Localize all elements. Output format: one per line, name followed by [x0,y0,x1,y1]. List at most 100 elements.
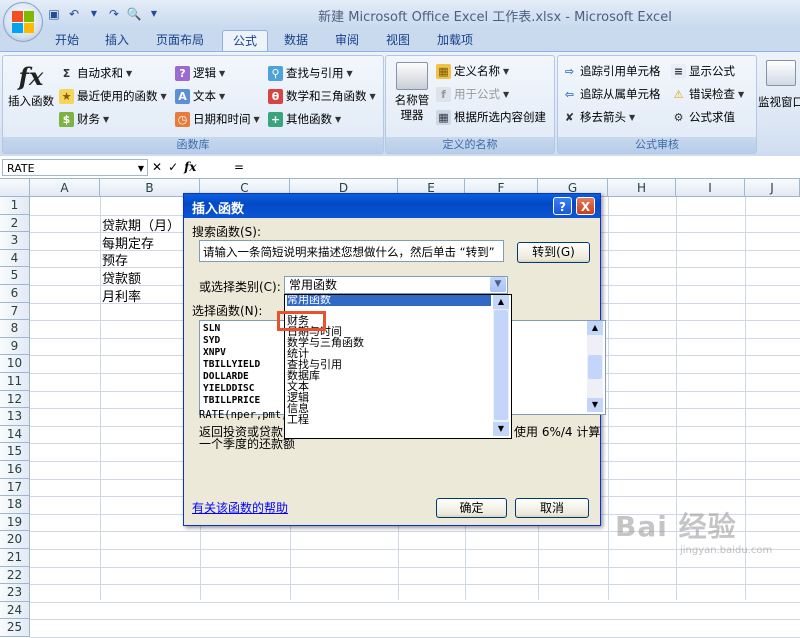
office-button[interactable] [3,2,43,42]
search-input[interactable]: 请输入一条简短说明来描述您想做什么，然后单击 “转到” [199,240,504,262]
list-item[interactable]: TBILLPRICE [203,395,260,407]
insert-function-button[interactable]: fx 插入函数 [5,62,57,109]
row-header-11[interactable]: 11 [0,373,30,391]
row-header-16[interactable]: 16 [0,461,30,479]
row-header-15[interactable]: 15 [0,443,30,461]
list-item[interactable]: SYD [203,335,220,347]
row-header-12[interactable]: 12 [0,390,30,409]
trace-precedents-button[interactable]: ⇨ 追踪引用单元格 [562,61,661,81]
list-item[interactable]: SLN [203,323,220,335]
list-item[interactable]: YIELDDISC [203,383,254,395]
row-header-5[interactable]: 5 [0,267,30,285]
category-option[interactable]: 数据库 [287,370,491,382]
remove-arrows-button[interactable]: ✘ 移去箭头 ▼ [562,107,635,127]
row-header-20[interactable]: 20 [0,531,30,549]
cell-B6[interactable]: 贷款额 [102,268,141,287]
row-header-4[interactable]: 4 [0,249,30,268]
category-option[interactable]: 逻辑 [287,392,491,404]
scroll-up-icon[interactable]: ▲ [587,321,603,335]
tab-page-layout[interactable]: 页面布局 [148,30,212,50]
use-in-formula-button[interactable]: f 用于公式 ▼ [436,84,509,104]
watch-window-button[interactable]: 监视窗口 [758,60,800,110]
error-checking-button[interactable]: ⚠ 错误检查 ▼ [671,84,745,104]
row-header-23[interactable]: 23 [0,584,30,602]
evaluate-formula-button[interactable]: ⚙ 公式求值 [671,107,735,127]
cell-B5[interactable]: 预存 [102,250,128,269]
scroll-down-icon[interactable]: ▼ [493,422,509,436]
category-option[interactable]: 工程 [287,414,491,426]
tab-formulas[interactable]: 公式 [222,30,268,51]
cell-B7[interactable]: 月利率 [102,286,141,305]
row-header-14[interactable]: 14 [0,425,30,444]
name-manager-button[interactable]: 名称管理器 [390,62,434,123]
chevron-down-icon[interactable]: ▼ [490,277,506,292]
column-header-a[interactable]: A [30,179,100,197]
financial-button[interactable]: $ 财务 ▼ [59,109,109,129]
row-header-17[interactable]: 17 [0,478,30,497]
insert-function-icon[interactable]: fx [184,160,196,174]
other-functions-button[interactable]: + 其他函数 ▼ [268,109,341,129]
column-header-j[interactable]: J [745,179,800,197]
tab-data[interactable]: 数据 [274,30,318,50]
formula-input[interactable]: = [230,159,800,176]
select-all-corner[interactable] [0,179,30,197]
dialog-title-bar[interactable] [184,194,600,218]
tab-addins[interactable]: 加载项 [430,30,480,50]
scroll-down-icon[interactable]: ▼ [587,398,603,412]
datetime-button[interactable]: ◷ 日期和时间 ▼ [175,109,260,129]
list-item[interactable]: XNPV [203,347,226,359]
tab-review[interactable]: 审阅 [325,30,369,50]
lookup-button[interactable]: ⚲ 查找与引用 ▼ [268,63,353,83]
function-list-scrollbar[interactable]: ▲ ▼ [587,321,603,412]
logical-button[interactable]: ? 逻辑 ▼ [175,63,225,83]
row-header-6[interactable]: 6 [0,285,30,303]
trace-dependents-button[interactable]: ⇦ 追踪从属单元格 [562,84,661,104]
close-button[interactable]: X [576,197,595,215]
row-header-21[interactable]: 21 [0,549,30,567]
row-header-3[interactable]: 3 [0,232,30,250]
category-select[interactable]: 常用函数 [284,276,508,294]
autosum-button[interactable]: Σ 自动求和 ▼ [59,63,132,83]
category-option[interactable]: 数学与三角函数 [287,337,491,349]
text-button[interactable]: A 文本 ▼ [175,86,225,106]
cancel-entry-icon[interactable]: ✕ [152,160,162,174]
row-header-24[interactable]: 24 [0,601,30,620]
row-header-19[interactable]: 19 [0,513,30,532]
list-item[interactable]: TBILLYIELD [203,359,260,371]
row-header-13[interactable]: 13 [0,408,30,426]
scroll-up-icon[interactable]: ▲ [493,295,509,309]
tab-view[interactable]: 视图 [376,30,420,50]
list-item[interactable]: DOLLARDE [203,371,249,383]
category-option[interactable]: 文本 [287,381,491,393]
confirm-entry-icon[interactable]: ✓ [168,160,178,174]
define-name-button[interactable]: ▦ 定义名称 ▼ [436,61,509,81]
row-header-22[interactable]: 22 [0,566,30,585]
help-link[interactable]: 有关该函数的帮助 [192,499,288,516]
category-option[interactable]: 常用函数 [287,295,491,306]
row-header-8[interactable]: 8 [0,320,30,338]
row-header-10[interactable]: 10 [0,355,30,373]
name-box[interactable]: RATE ▼ [2,159,148,176]
row-header-7[interactable]: 7 [0,302,30,321]
row-header-9[interactable]: 9 [0,337,30,356]
scroll-thumb[interactable] [588,355,602,379]
cancel-button[interactable]: 取消 [515,498,589,518]
row-header-2[interactable]: 2 [0,214,30,233]
math-button[interactable]: θ 数学和三角函数 ▼ [268,86,376,106]
create-from-selection-button[interactable]: ▦ 根据所选内容创建 [436,107,546,127]
chevron-down-icon[interactable]: ▼ [138,160,144,177]
column-header-h[interactable]: H [608,179,676,197]
row-header-25[interactable]: 25 [0,619,30,637]
category-option[interactable]: 信息 [287,403,491,415]
help-button[interactable]: ? [553,197,572,215]
category-list-scrollbar[interactable]: ▲ ▼ [493,295,509,436]
cell-B3[interactable]: 贷款期（月） [102,215,180,234]
row-header-18[interactable]: 18 [0,496,30,514]
ok-button[interactable]: 确定 [436,498,507,518]
column-header-i[interactable]: I [676,179,745,197]
show-formulas-button[interactable]: ≡ 显示公式 [671,61,735,81]
scroll-thumb[interactable] [494,310,508,420]
recent-functions-button[interactable]: ★ 最近使用的函数 ▼ [59,86,167,106]
tab-home[interactable]: 开始 [45,30,89,50]
row-header-1[interactable]: 1 [0,197,30,215]
